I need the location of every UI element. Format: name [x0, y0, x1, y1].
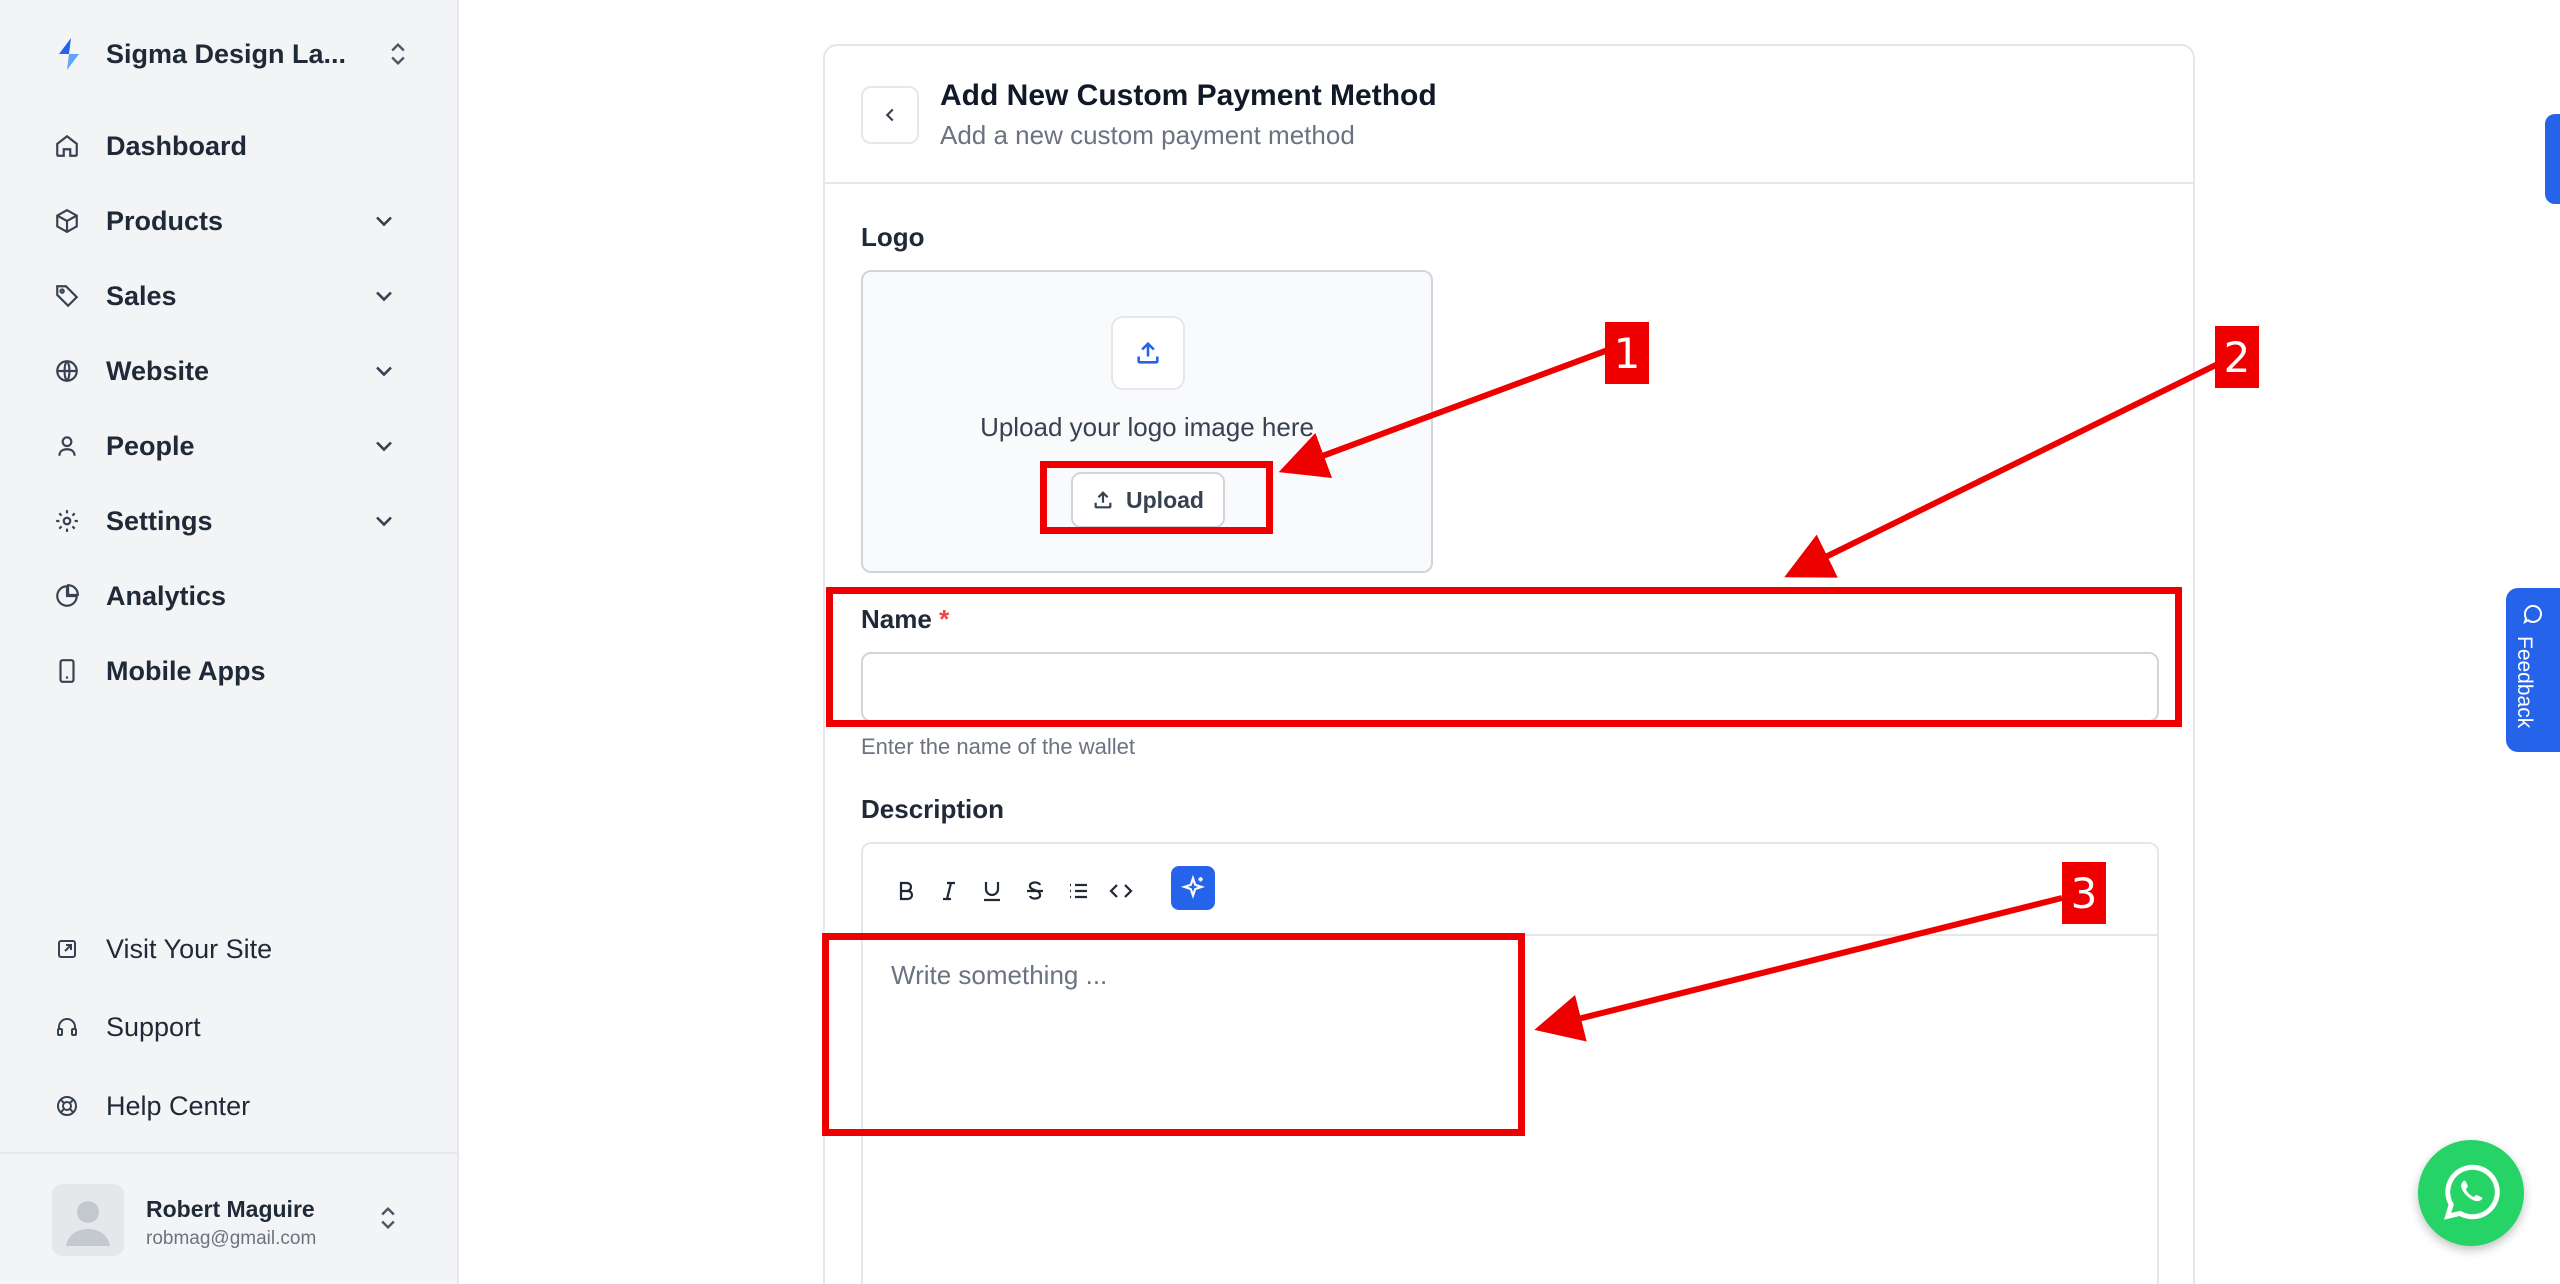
annotation-arrow-2: [1784, 359, 2224, 578]
annotation-badge-3: 3: [2062, 862, 2106, 924]
annotation-badge-1: 1: [1605, 322, 1649, 384]
annotation-arrow-1: [1278, 347, 1610, 478]
annotation-badge-2: 2: [2215, 326, 2259, 388]
annotation-arrows: [1278, 347, 2224, 1042]
annotation-arrow-3: [1534, 895, 2063, 1042]
